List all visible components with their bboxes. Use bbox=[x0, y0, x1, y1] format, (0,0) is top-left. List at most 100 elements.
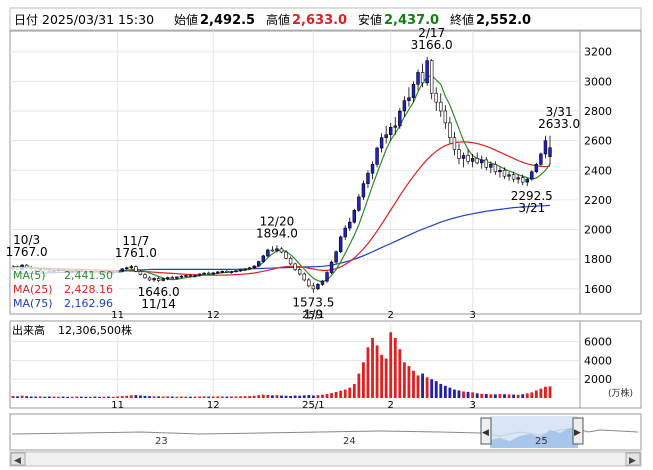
volume-bar bbox=[462, 391, 465, 398]
header-low-label: 安値 bbox=[358, 12, 382, 27]
volume-bar bbox=[521, 394, 525, 398]
candle bbox=[361, 180, 366, 200]
volume-bar bbox=[225, 396, 229, 398]
volume-bar bbox=[161, 396, 165, 398]
volume-bar bbox=[220, 396, 224, 398]
candle-body bbox=[480, 159, 484, 164]
volume-bar bbox=[179, 396, 183, 398]
volume-bar bbox=[475, 393, 479, 398]
candle bbox=[266, 248, 270, 258]
candle-body bbox=[516, 177, 520, 180]
volume-bar bbox=[493, 394, 497, 398]
candle-body bbox=[511, 174, 516, 180]
candle-body bbox=[475, 158, 479, 164]
volume-tick-label: 2000 bbox=[584, 373, 612, 386]
horizontal-scrollbar[interactable]: ◀ ▶ bbox=[9, 451, 642, 467]
volume-bar bbox=[211, 396, 215, 398]
volume-bar bbox=[343, 389, 347, 398]
volume-bar bbox=[498, 394, 502, 398]
candle-body bbox=[507, 174, 511, 177]
annotation-value: 3/21 bbox=[518, 201, 545, 215]
volume-bar bbox=[189, 396, 192, 398]
volume-bar bbox=[352, 383, 356, 398]
volume-bar bbox=[480, 393, 484, 398]
candle bbox=[352, 208, 357, 224]
volume-bar bbox=[239, 396, 242, 398]
month-label: 25/1 bbox=[302, 310, 324, 321]
candle-body bbox=[288, 257, 293, 265]
navigator-right-arrow-icon: ▶ bbox=[574, 428, 581, 438]
volume-bar bbox=[234, 396, 238, 398]
header-close-value: 2,552.0 bbox=[476, 13, 531, 28]
candle-body bbox=[316, 284, 320, 290]
candle-body bbox=[279, 248, 284, 253]
ma75-legend-label: MA(75) bbox=[13, 297, 53, 310]
candle-body bbox=[393, 125, 397, 128]
candle-body bbox=[502, 169, 507, 177]
candle bbox=[375, 146, 379, 168]
candle-body bbox=[293, 263, 297, 270]
candle-body bbox=[275, 248, 279, 251]
candle-body bbox=[457, 149, 461, 159]
candle-body bbox=[398, 110, 402, 127]
volume-bar bbox=[548, 386, 552, 398]
volume-bar bbox=[280, 395, 283, 398]
volume-bar bbox=[139, 395, 142, 398]
volume-bar bbox=[216, 396, 220, 398]
candle-body bbox=[498, 169, 502, 173]
volume-bar bbox=[384, 358, 388, 398]
header-date-label: 日付 bbox=[14, 13, 38, 27]
volume-tick-label: 4000 bbox=[584, 354, 612, 367]
candle-body bbox=[184, 275, 188, 277]
price-tick-label: 1800 bbox=[584, 253, 612, 266]
volume-bar bbox=[252, 395, 256, 398]
volume-bar bbox=[334, 391, 338, 398]
candle-body bbox=[384, 134, 388, 138]
candle bbox=[293, 262, 297, 272]
volume-bar bbox=[125, 395, 129, 398]
annotation-value: 2633.0 bbox=[538, 117, 580, 131]
scrollbar-track[interactable] bbox=[9, 451, 642, 467]
volume-bar bbox=[398, 349, 402, 398]
volume-bar bbox=[98, 396, 101, 398]
volume-bar bbox=[489, 394, 493, 398]
volume-bar bbox=[166, 396, 170, 398]
candle-body bbox=[534, 164, 539, 173]
volume-bar bbox=[402, 362, 406, 398]
volume-bar bbox=[544, 386, 547, 398]
volume-bar bbox=[20, 395, 24, 398]
candle-body bbox=[156, 278, 161, 281]
ma25-legend-label: MA(25) bbox=[13, 283, 53, 296]
volume-tick-label: 6000 bbox=[584, 336, 612, 349]
volume-bar bbox=[466, 391, 470, 398]
candle-body bbox=[361, 183, 366, 198]
candle-body bbox=[143, 274, 147, 279]
candle-body bbox=[443, 110, 448, 124]
candle-body bbox=[234, 270, 238, 273]
price-tick-label: 2800 bbox=[584, 105, 612, 118]
volume-bar bbox=[430, 379, 434, 398]
volume-bar bbox=[152, 396, 156, 398]
stock-chart: 日付 2025/03/31 15:30 始値 2,492.5 高値 2,633.… bbox=[0, 0, 653, 470]
volume-bar bbox=[471, 392, 475, 398]
candle bbox=[261, 254, 266, 263]
candle-body bbox=[134, 266, 138, 272]
candle-body bbox=[247, 267, 252, 270]
candle-body bbox=[175, 276, 179, 279]
candle bbox=[302, 272, 306, 282]
volume-bar bbox=[170, 396, 174, 398]
ma-legend: MA(5) 2,441.50 MA(25) 2,428.16 MA(75) 2,… bbox=[11, 267, 119, 311]
candle-body bbox=[357, 196, 361, 211]
candle bbox=[257, 260, 261, 267]
candle-body bbox=[543, 140, 548, 155]
candle-body bbox=[411, 84, 416, 98]
candle-body bbox=[525, 178, 529, 183]
volume-bar bbox=[316, 395, 320, 398]
volume-bar bbox=[503, 394, 506, 398]
period-navigator[interactable]: ◀ ▶ 23 24 25 bbox=[9, 413, 642, 451]
volume-bar bbox=[184, 396, 188, 398]
volume-bar bbox=[111, 396, 115, 398]
volume-month-label: 2 bbox=[388, 400, 394, 411]
candle-body bbox=[448, 122, 452, 138]
ma25-legend-value: 2,428.16 bbox=[64, 283, 113, 296]
